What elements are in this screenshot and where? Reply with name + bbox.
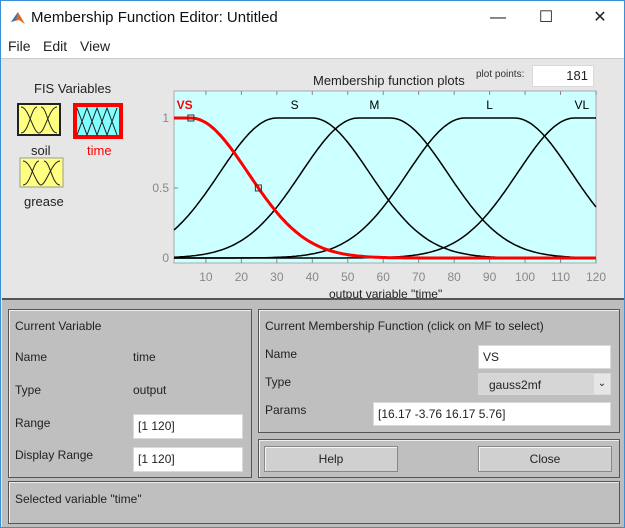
x-tick-label: 100 — [515, 270, 535, 284]
current-mf-heading: Current Membership Function (click on MF… — [265, 319, 544, 333]
x-tick-label: 50 — [341, 270, 355, 284]
params-label: Params — [265, 403, 307, 417]
fis-variable-soil-label: soil — [31, 143, 51, 158]
range-label: Range — [15, 416, 51, 430]
minimize-button[interactable]: — — [475, 5, 521, 31]
buttons-panel: Help Close — [258, 439, 620, 478]
variable-type-value: output — [133, 383, 167, 397]
mf-type-label: Type — [265, 375, 292, 389]
y-tick-label: 1 — [162, 111, 169, 125]
fis-variable-grease-label: grease — [24, 194, 64, 209]
x-tick-label: 20 — [235, 270, 249, 284]
plot-points-label: plot points: — [476, 69, 525, 80]
plot-title: Membership function plots — [313, 73, 465, 88]
x-tick-label: 120 — [586, 270, 606, 284]
menu-file[interactable]: File — [8, 38, 31, 54]
title-bar: Membership Function Editor: Untitled — ☐… — [1, 1, 624, 34]
help-button[interactable]: Help — [264, 446, 398, 472]
mf-label-vl: VL — [574, 98, 589, 112]
y-tick-label: 0.5 — [152, 181, 169, 195]
fis-variable-soil[interactable] — [17, 103, 61, 136]
menu-bar: File Edit View — [1, 34, 624, 59]
plot-points-input[interactable]: 181 — [532, 65, 594, 87]
mf-type-select[interactable]: gauss2mf ⌄ — [478, 373, 611, 395]
close-button[interactable]: Close — [478, 446, 612, 472]
x-tick-label: 80 — [447, 270, 461, 284]
window-title: Membership Function Editor: Untitled — [31, 9, 278, 26]
variable-name-value: time — [133, 350, 156, 364]
current-variable-panel: Current Variable Name time Type output R… — [8, 309, 252, 478]
x-tick-label: 110 — [551, 270, 570, 284]
menu-edit[interactable]: Edit — [43, 38, 67, 54]
mf-type-value: gauss2mf — [489, 378, 542, 392]
mf-editor-window: Membership Function Editor: Untitled — ☐… — [0, 0, 625, 528]
mf-name-label: Name — [265, 347, 298, 361]
x-tick-label: 90 — [483, 270, 497, 284]
mf-label-vs: VS — [177, 98, 193, 112]
mf-label-l: L — [486, 98, 493, 112]
x-tick-label: 30 — [270, 270, 284, 284]
matlab-icon — [11, 12, 25, 24]
x-tick-label: 10 — [199, 270, 213, 284]
display-range-input[interactable]: [1 120] — [133, 447, 243, 472]
mf-plot[interactable]: 10 20 30 40 50 60 70 80 90 100 110 120 0 0.5 1 S M L VL VS — [151, 89, 621, 284]
chevron-down-icon: ⌄ — [594, 374, 610, 394]
menu-view[interactable]: View — [80, 38, 110, 54]
fis-variable-time-label: time — [87, 143, 112, 158]
y-tick-label: 0 — [162, 251, 169, 265]
fis-variable-grease[interactable] — [19, 157, 64, 188]
fis-variables-heading: FIS Variables — [34, 81, 112, 96]
range-input[interactable]: [1 120] — [133, 414, 243, 439]
mf-name-input[interactable]: VS — [478, 345, 611, 369]
maximize-button[interactable]: ☐ — [523, 5, 569, 31]
display-range-label: Display Range — [15, 448, 94, 462]
status-text: Selected variable "time" — [15, 492, 142, 506]
params-input[interactable]: [16.17 -3.76 16.17 5.76] — [373, 402, 611, 426]
variable-type-label: Type — [15, 383, 42, 397]
x-tick-label: 70 — [412, 270, 426, 284]
fis-variable-time[interactable] — [73, 103, 123, 139]
current-variable-heading: Current Variable — [15, 319, 102, 333]
mf-label-m: M — [369, 98, 379, 112]
mf-label-s: S — [291, 98, 299, 112]
x-tick-label: 60 — [377, 270, 391, 284]
close-window-button[interactable]: ✕ — [577, 5, 623, 31]
variable-name-label: Name — [15, 350, 48, 364]
plot-area — [173, 90, 597, 264]
current-mf-panel: Current Membership Function (click on MF… — [258, 309, 620, 433]
status-bar: Selected variable "time" — [8, 481, 620, 524]
x-tick-label: 40 — [306, 270, 320, 284]
